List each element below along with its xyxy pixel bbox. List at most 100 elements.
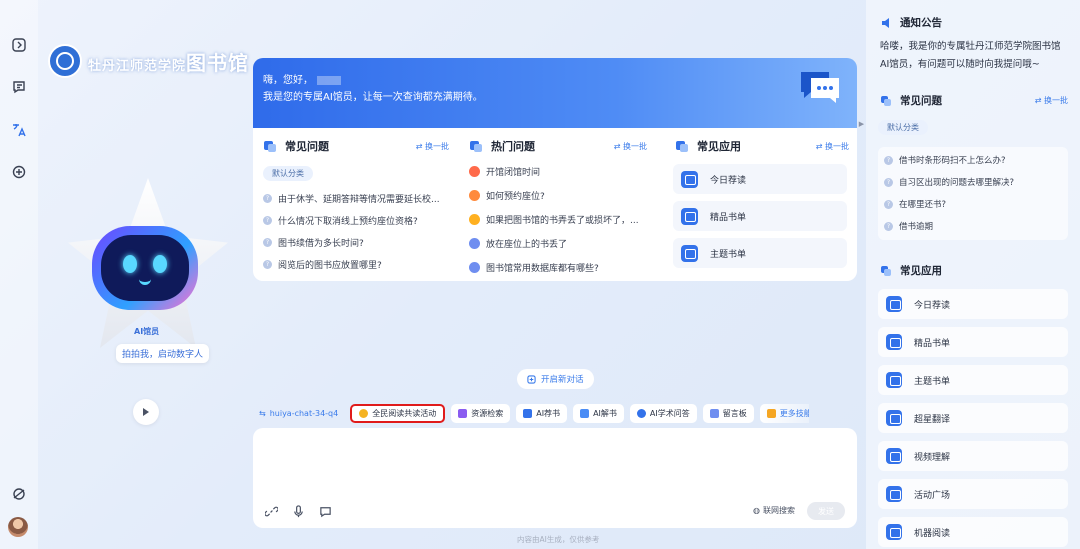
faq-icon: [264, 141, 276, 152]
more-skills-icon: [766, 408, 776, 418]
right-app-item[interactable]: 视频理解: [878, 441, 1068, 471]
send-button[interactable]: 发送: [807, 502, 845, 520]
robot-badge: AI馆员: [134, 327, 160, 336]
bot-settings-icon[interactable]: [9, 484, 29, 504]
microphone-icon[interactable]: [292, 505, 305, 518]
hot-refresh-button[interactable]: ⇄ 换一批: [614, 141, 647, 152]
fire-icon: [469, 189, 480, 201]
hot-item[interactable]: 图书馆常用数据库都有哪些?: [469, 255, 649, 279]
apps-refresh-button[interactable]: ⇄ 换一批: [816, 141, 849, 152]
app-today-reading[interactable]: 今日荐读: [673, 164, 847, 194]
faq-item[interactable]: ? 阅览后的图书应放置哪里?: [263, 253, 449, 275]
tool-more-skills[interactable]: 更多技能: [759, 403, 809, 423]
right-app-item[interactable]: 精品书单: [878, 327, 1068, 357]
app-featured-list[interactable]: 精品书单: [673, 201, 847, 231]
greeting-message: 我是您的专属AI馆员，让每一次查询都充满期待。: [263, 92, 483, 103]
question-icon: ?: [884, 155, 893, 165]
faq-item[interactable]: ? 图书续借为多长时间?: [263, 231, 449, 253]
faq-icon: [881, 95, 891, 106]
ai-skill-icon[interactable]: [9, 162, 29, 182]
skill-toolbar: ⇆ huiya-chat-34-q4 全民阅读共读活动 资源检索 AI荐书 AI解…: [253, 402, 809, 424]
tool-ai-explain[interactable]: AI解书: [573, 403, 624, 423]
right-app-item[interactable]: 机器阅读: [878, 517, 1068, 547]
hot-item[interactable]: 放在座位上的书丢了: [469, 231, 649, 255]
right-faq-title: 常见问题: [900, 95, 942, 107]
faq-item[interactable]: ? 自习区出现的问题去哪里解决?: [884, 171, 1062, 193]
new-chat-button[interactable]: 开启新对话: [517, 369, 594, 389]
play-icon: [143, 408, 149, 416]
hot-list: 开馆闭馆时间 如何预约座位? 如果把图书馆的书弄丢了或损坏了，... 放在座位上…: [469, 159, 649, 279]
robot-face: [92, 226, 198, 310]
question-icon: ?: [884, 221, 893, 231]
blurred-username: [317, 75, 341, 85]
play-button[interactable]: [133, 399, 159, 425]
right-app-item[interactable]: 超星翻译: [878, 403, 1068, 433]
app-theme-list[interactable]: 主题书单: [673, 238, 847, 268]
logo-school-name: 牡丹江师范学院: [88, 58, 187, 74]
hot-item[interactable]: 如何预约座位?: [469, 183, 649, 207]
digital-human-robot[interactable]: AI馆员 拍拍我，启动数字人: [62, 178, 232, 368]
right-apps-title: 常见应用: [900, 265, 942, 277]
web-search-toggle[interactable]: ◍ 联网搜索: [753, 505, 795, 516]
greeting-hi: 嗨，您好，: [263, 75, 313, 86]
hot-item[interactable]: 开馆闭馆时间: [469, 159, 649, 183]
ai-recommend-icon: [523, 408, 533, 418]
right-faq-list: ? 借书时条形码扫不上怎么办? ? 自习区出现的问题去哪里解决? ? 在哪里还书? ?…: [878, 147, 1068, 240]
hot-title: 热门问题: [491, 140, 535, 153]
question-icon: ?: [884, 177, 893, 187]
robot-mouth: [139, 279, 151, 285]
apps-panel: 常见应用 ⇄ 换一批 今日荐读 精品书单 主题书单: [665, 128, 857, 281]
tool-ai-recommend[interactable]: AI荐书: [516, 403, 568, 423]
notice-icon: [882, 17, 889, 28]
tool-message-board[interactable]: 留言板: [702, 403, 754, 423]
video-icon: [886, 448, 902, 464]
new-chat-icon: [527, 374, 536, 384]
globe-icon: ◍: [753, 506, 760, 515]
hot-icon: [470, 141, 482, 152]
faq-category-chip[interactable]: 默认分类: [263, 166, 313, 181]
chat-icon[interactable]: [9, 77, 29, 97]
reading-activity-icon: [359, 408, 369, 418]
chat-mode-icon[interactable]: [319, 505, 332, 518]
robot-start-tip[interactable]: 拍拍我，启动数字人: [116, 344, 210, 363]
tool-resource-search[interactable]: 资源检索: [451, 403, 511, 423]
apps-icon: [676, 141, 688, 152]
question-icon: ?: [263, 237, 272, 247]
chat-input-box[interactable]: ◍ 联网搜索 发送: [253, 428, 857, 528]
faq-item[interactable]: ? 借书时条形码扫不上怎么办?: [884, 149, 1062, 171]
tool-ai-academic[interactable]: AI学术问答: [629, 403, 697, 423]
faq-panel: 常见问题 ⇄ 换一批 默认分类 ? 由于休学、延期答辩等情况需要延长校... ? 什…: [253, 128, 457, 281]
avatar[interactable]: [8, 517, 28, 537]
fire-icon: [469, 261, 480, 273]
resource-search-icon: [458, 408, 468, 418]
faq-item[interactable]: ? 什么情况下取消线上预约座位资格?: [263, 209, 449, 231]
machine-reading-icon: [886, 524, 902, 540]
activity-icon: [886, 486, 902, 502]
faq-refresh-button[interactable]: ⇄ 换一批: [416, 141, 449, 152]
fire-icon: [469, 165, 480, 177]
tool-reading-activity[interactable]: 全民阅读共读活动: [350, 403, 446, 423]
faq-item[interactable]: ? 由于休学、延期答辩等情况需要延长校...: [263, 187, 449, 209]
attach-link-icon[interactable]: [265, 505, 278, 518]
right-faq-refresh-button[interactable]: ⇄ 换一批: [1035, 95, 1068, 106]
sidebar-toggle-icon[interactable]: [9, 35, 29, 55]
model-selector[interactable]: ⇆ huiya-chat-34-q4: [253, 404, 344, 423]
left-rail: [0, 0, 38, 549]
question-icon: ?: [884, 199, 893, 209]
faq-item[interactable]: ? 借书逾期: [884, 215, 1062, 237]
question-icon: ?: [263, 193, 272, 203]
robot-eye-right: [153, 255, 167, 273]
right-faq-category-chip[interactable]: 默认分类: [878, 120, 928, 135]
greeting-banner: 嗨，您好， 我是您的专属AI馆员，让每一次查询都充满期待。: [253, 58, 857, 128]
right-app-item[interactable]: 今日荐读: [878, 289, 1068, 319]
right-app-item[interactable]: 活动广场: [878, 479, 1068, 509]
library-logo: 牡丹江师范学院图书馆: [48, 44, 249, 78]
book-icon: [681, 170, 698, 188]
message-board-icon: [709, 408, 719, 418]
translate-icon[interactable]: [9, 120, 29, 140]
right-app-item[interactable]: 主题书单: [878, 365, 1068, 395]
hot-item[interactable]: 如果把图书馆的书弄丢了或损坏了，...: [469, 207, 649, 231]
faq-item[interactable]: ? 在哪里还书?: [884, 193, 1062, 215]
apps-icon: [881, 265, 891, 276]
collapse-right-panel-icon[interactable]: ▶: [857, 115, 866, 133]
